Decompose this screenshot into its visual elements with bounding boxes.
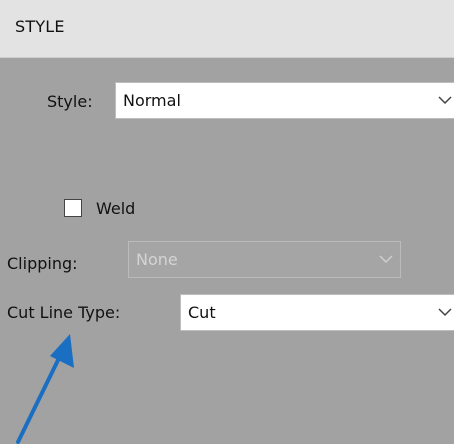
style-dropdown-value: Normal — [123, 91, 181, 110]
clipping-dropdown[interactable]: None — [128, 241, 401, 278]
panel-title: STYLE — [15, 17, 65, 36]
chevron-down-icon — [438, 308, 452, 317]
arrow-up-right-icon — [16, 334, 74, 444]
style-label: Style: — [47, 92, 93, 111]
weld-label: Weld — [96, 199, 136, 218]
cut-line-type-dropdown[interactable]: Cut — [180, 294, 454, 331]
style-panel: STYLE Style: Normal Weld Clipping: None … — [0, 0, 454, 444]
cut-line-type-label: Cut Line Type: — [7, 303, 121, 322]
clipping-dropdown-value: None — [136, 250, 178, 269]
chevron-down-icon — [379, 255, 393, 264]
cut-line-type-dropdown-value: Cut — [188, 303, 216, 322]
chevron-down-icon — [438, 96, 452, 105]
style-dropdown[interactable]: Normal — [115, 82, 454, 119]
clipping-label: Clipping: — [7, 254, 78, 273]
panel-header: STYLE — [0, 0, 454, 58]
weld-checkbox[interactable] — [64, 199, 82, 217]
